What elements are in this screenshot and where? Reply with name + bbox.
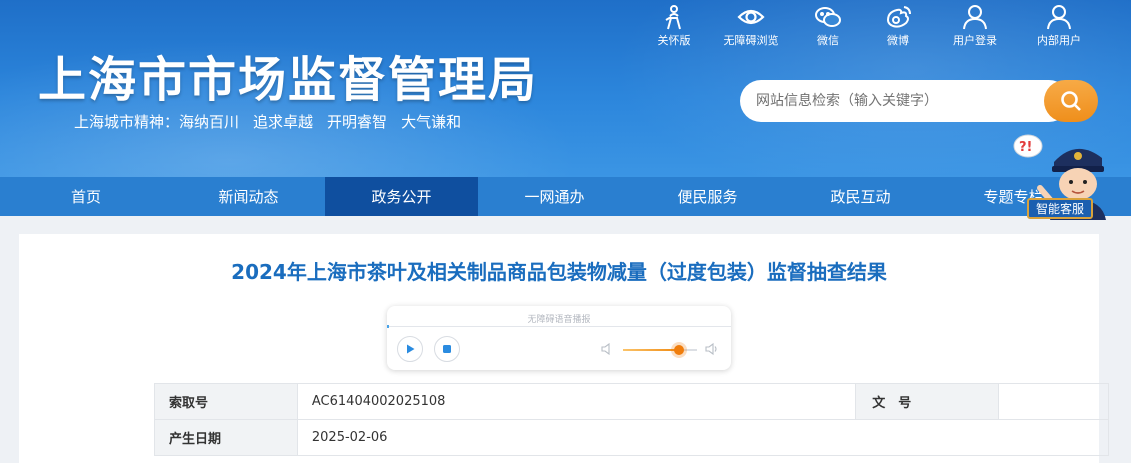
document-number-label: 文 号 xyxy=(855,383,1000,420)
city-spirit-prefix: 上海城市精神： xyxy=(74,113,180,131)
index-number-value: AC61404002025108 xyxy=(296,383,857,420)
audio-player: 无障碍语音播报 xyxy=(387,306,731,370)
nav-item-government-affairs[interactable]: 政务公开 xyxy=(325,177,478,216)
svg-text:?!: ?! xyxy=(1019,140,1032,155)
wechat-icon xyxy=(815,7,841,27)
play-icon xyxy=(407,344,415,354)
table-row: 索取号 AC61404002025108 文 号 xyxy=(154,383,1109,420)
date-label: 产生日期 xyxy=(154,419,298,456)
search-icon xyxy=(1061,91,1081,111)
article-title: 2024年上海市茶叶及相关制品商品包装物减量（过度包装）监督抽查结果 xyxy=(231,260,887,284)
volume-fill xyxy=(623,349,679,351)
volume-high-icon xyxy=(705,342,717,356)
user-login-label: 用户登录 xyxy=(953,34,997,47)
date-value: 2025-02-06 xyxy=(296,419,1110,456)
nav-item-public-service[interactable]: 便民服务 xyxy=(631,177,784,216)
wechat-label: 微信 xyxy=(817,34,839,47)
table-row: 产生日期 2025-02-06 xyxy=(154,419,1110,456)
nav-item-home[interactable]: 首页 xyxy=(0,177,172,216)
player-progress[interactable] xyxy=(387,325,731,328)
internal-user-link[interactable]: 内部用户 xyxy=(1017,4,1101,48)
weibo-icon xyxy=(886,6,911,28)
volume-slider[interactable] xyxy=(623,345,697,355)
accessibility-link[interactable]: 无障碍浏览 xyxy=(709,4,793,48)
search-button[interactable] xyxy=(1044,80,1098,122)
site-search xyxy=(740,80,1098,122)
internal-user-label: 内部用户 xyxy=(1037,34,1081,47)
care-mode-icon xyxy=(665,5,681,30)
stop-button[interactable] xyxy=(434,336,460,362)
article-meta-table: 索取号 AC61404002025108 文 号 产生日期 2025-02-06 xyxy=(154,383,1110,456)
stop-icon xyxy=(443,345,451,353)
volume-low-icon xyxy=(601,343,610,355)
player-label: 无障碍语音播报 xyxy=(527,315,591,325)
city-spirit-item: 追求卓越 xyxy=(253,113,314,131)
main-nav: 首页 新闻动态 政务公开 一网通办 便民服务 政民互动 专题专栏 xyxy=(0,177,1131,216)
care-mode-link[interactable]: 关怀版 xyxy=(639,4,709,48)
index-number-label: 索取号 xyxy=(154,383,298,420)
wechat-link[interactable]: 微信 xyxy=(793,4,863,48)
user-icon xyxy=(963,5,987,30)
article-panel: 2024年上海市茶叶及相关制品商品包装物减量（过度包装）监督抽查结果 无障碍语音… xyxy=(19,234,1110,463)
city-spirit-item: 大气谦和 xyxy=(401,113,462,131)
site-header: 上海市市场监督管理局 上海城市精神：海纳百川 追求卓越 开明睿智 大气谦和 关怀版 无… xyxy=(0,0,1131,177)
nav-item-one-stop-service[interactable]: 一网通办 xyxy=(478,177,631,216)
top-tools: 关怀版 无障碍浏览 微信 微博 用户登录 内部用户 xyxy=(639,4,1101,48)
city-spirit-item: 海纳百川 xyxy=(179,113,240,131)
nav-item-interaction[interactable]: 政民互动 xyxy=(784,177,937,216)
site-title[interactable]: 上海市市场监督管理局 xyxy=(38,40,538,110)
weibo-link[interactable]: 微博 xyxy=(863,4,933,48)
accessibility-label: 无障碍浏览 xyxy=(723,34,779,47)
city-spirit-item: 开明睿智 xyxy=(327,113,388,131)
user-login-link[interactable]: 用户登录 xyxy=(933,4,1017,48)
user-icon xyxy=(1047,5,1071,30)
care-mode-label: 关怀版 xyxy=(657,34,691,47)
smart-service-button[interactable]: 智能客服 xyxy=(1027,198,1093,219)
volume-knob[interactable] xyxy=(673,345,684,355)
nav-item-news[interactable]: 新闻动态 xyxy=(172,177,325,216)
document-number-value xyxy=(998,383,1109,420)
play-button[interactable] xyxy=(397,336,423,362)
city-spirit: 上海城市精神：海纳百川 追求卓越 开明睿智 大气谦和 xyxy=(74,111,475,132)
weibo-label: 微博 xyxy=(887,34,909,47)
eye-icon xyxy=(737,9,765,25)
search-input[interactable] xyxy=(740,80,1070,122)
